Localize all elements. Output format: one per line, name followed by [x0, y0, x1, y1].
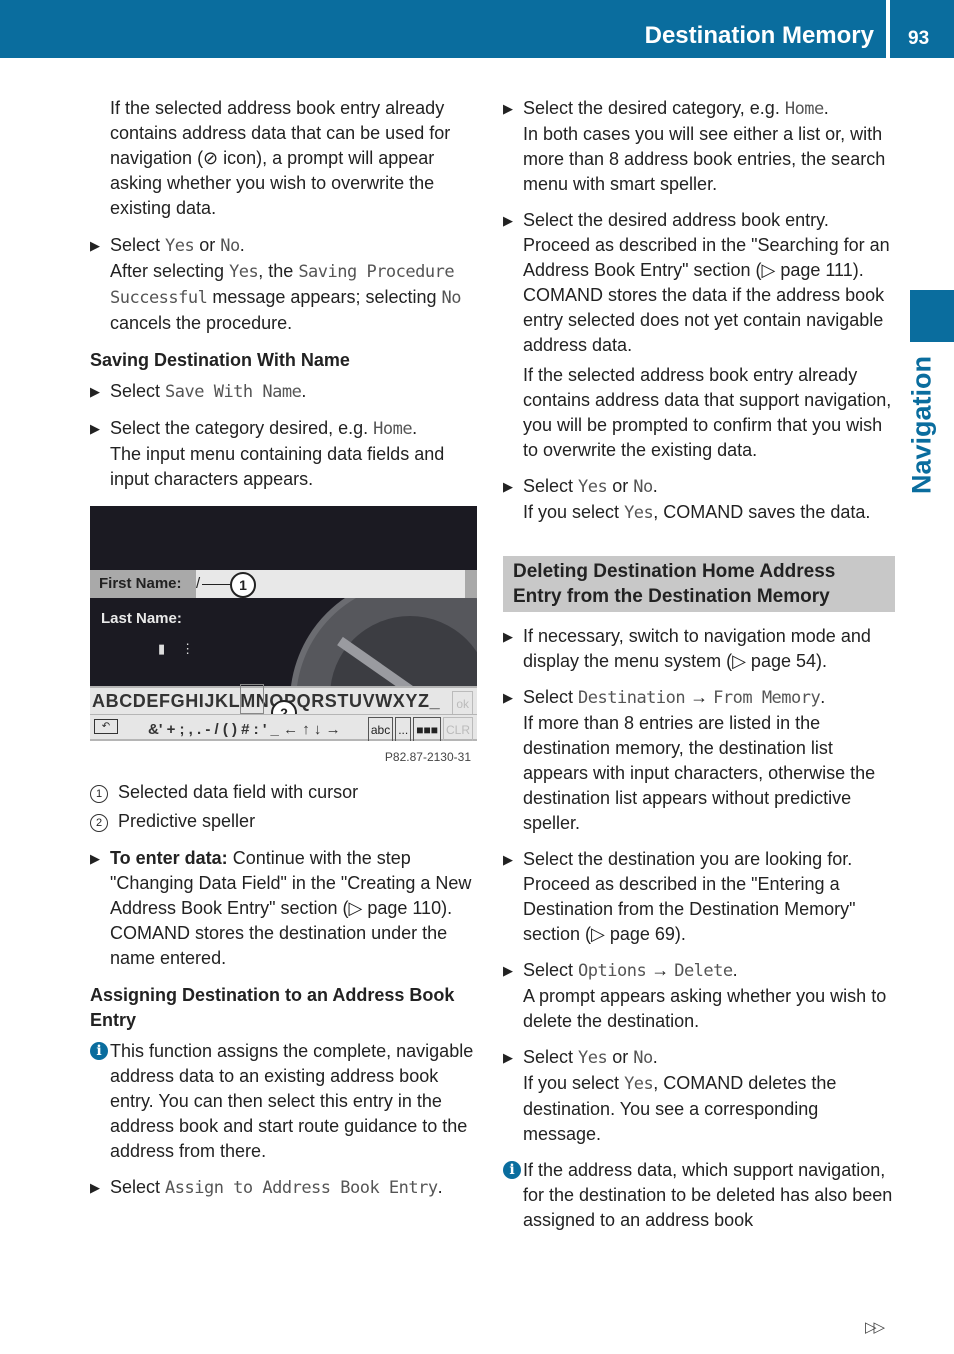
bullet-triangle-icon: ▶ [503, 479, 513, 494]
legend-item: 1 Selected data field with cursor [90, 780, 482, 805]
header-divider [886, 0, 890, 58]
step-options-delete: ▶ Select Options → Delete. A prompt appe… [503, 960, 887, 1031]
side-tab-marker [910, 290, 954, 342]
first-name-label: First Name: [90, 570, 196, 598]
page-number: 93 [908, 28, 930, 49]
bullet-triangle-icon: ▶ [503, 213, 513, 228]
info-note: i This function assigns the complete, na… [90, 1039, 482, 1164]
step-select-category: ▶ Select the desired category, e.g. Home… [503, 98, 886, 194]
field-icons: ▮⋮ [158, 641, 211, 656]
legend-item: 2 Predictive speller [90, 809, 482, 834]
speller-row-symbols: ↶ &' + ; , . - / ( ) # : ' _ ← ↑ ↓ → abc… [90, 714, 477, 741]
intro-paragraph: If the selected address book entry alrea… [110, 98, 451, 218]
side-tab-label: Navigation [892, 350, 952, 500]
figure-legend: 1 Selected data field with cursor 2 Predic… [90, 780, 482, 834]
header-title: Destination Memory [644, 22, 874, 49]
step-save-with-name: ▶ Select Save With Name. [90, 381, 307, 402]
bullet-triangle-icon: ▶ [503, 1050, 513, 1065]
continue-arrows-icon: ▷▷ [865, 1319, 885, 1336]
figure-id: P82.87-2130-31 [384, 750, 471, 764]
step-confirm-delete: ▶ Select Yes or No. If you select Yes, C… [503, 1047, 837, 1144]
back-key-icon: ↶ [94, 719, 118, 734]
step-enter-data: ▶ To enter data: Continue with the step … [90, 848, 472, 968]
left-column: If the selected address book entry alrea… [90, 96, 482, 1212]
callout-line-1 [202, 584, 230, 585]
menu-item-yes: Yes [165, 236, 195, 256]
info-icon: i [503, 1161, 521, 1179]
heading-assigning: Assigning Destination to an Address Book… [90, 985, 455, 1030]
last-name-label: Last Name: [101, 610, 182, 627]
abc-key: abc [367, 717, 394, 741]
bullet-triangle-icon: ▶ [90, 421, 100, 436]
section-heading-deleting: Deleting Destination Home Address Entry … [503, 556, 895, 612]
info-note: i If the address data, which support nav… [503, 1158, 895, 1233]
bullet-triangle-icon: ▶ [90, 851, 100, 866]
step-switch-nav-mode: ▶ If necessary, switch to navigation mod… [503, 626, 871, 671]
legend-number: 1 [90, 785, 108, 803]
step-select-yes-no: ▶ Select Yes or No. If you select Yes, C… [503, 476, 871, 523]
cursor: / [196, 575, 201, 592]
bullet-triangle-icon: ▶ [90, 384, 100, 399]
bullet-triangle-icon: ▶ [503, 690, 513, 705]
bullet-triangle-icon: ▶ [90, 1180, 100, 1195]
step-select-entry: ▶ Select the desired address book entry.… [503, 210, 892, 460]
bullet-triangle-icon: ▶ [503, 963, 513, 978]
bullet-triangle-icon: ▶ [503, 852, 513, 867]
bullet-triangle-icon: ▶ [90, 238, 100, 253]
info-icon: i [90, 1042, 108, 1060]
step-assign: ▶ Select Assign to Address Book Entry. [90, 1177, 443, 1198]
heading-saving-with-name: Saving Destination With Name [90, 350, 350, 370]
numeric-key-icon: ■■■ [413, 717, 441, 741]
callout-1: 1 [230, 572, 256, 598]
selected-letter-box [240, 684, 264, 714]
letter-row: ABCDEFGHIJKLMNOPQRSTUVWXYZ_ [92, 691, 441, 711]
field-edge [465, 570, 477, 598]
step-select-category: ▶ Select the category desired, e.g. Home… [90, 418, 445, 489]
side-tab-text: Navigation [906, 355, 937, 495]
step-select-destination: ▶ Select the destination you are looking… [503, 849, 856, 944]
more-key: ... [395, 717, 412, 741]
step-select-yes-no: ▶ Select Yes or No. After selecting Yes,… [90, 235, 461, 333]
bullet-triangle-icon: ▶ [503, 629, 513, 644]
clr-key: CLR [442, 717, 473, 741]
legend-number: 2 [90, 814, 108, 832]
page-header: Destination Memory 93 [0, 0, 954, 58]
first-name-field: First Name: / [90, 570, 465, 598]
bullet-triangle-icon: ▶ [503, 101, 513, 116]
comand-screenshot-figure: First Name: / 1 Last Name: ▮⋮ ABCDEFGHIJ… [90, 506, 477, 741]
menu-item-no: No [220, 236, 240, 256]
right-column: ▶ Select the desired category, e.g. Home… [503, 96, 895, 1244]
symbol-row: &' + ; , . - / ( ) # : ' _ ← ↑ ↓ → [148, 721, 341, 738]
step-from-memory: ▶ Select Destination → From Memory. If m… [503, 687, 876, 833]
